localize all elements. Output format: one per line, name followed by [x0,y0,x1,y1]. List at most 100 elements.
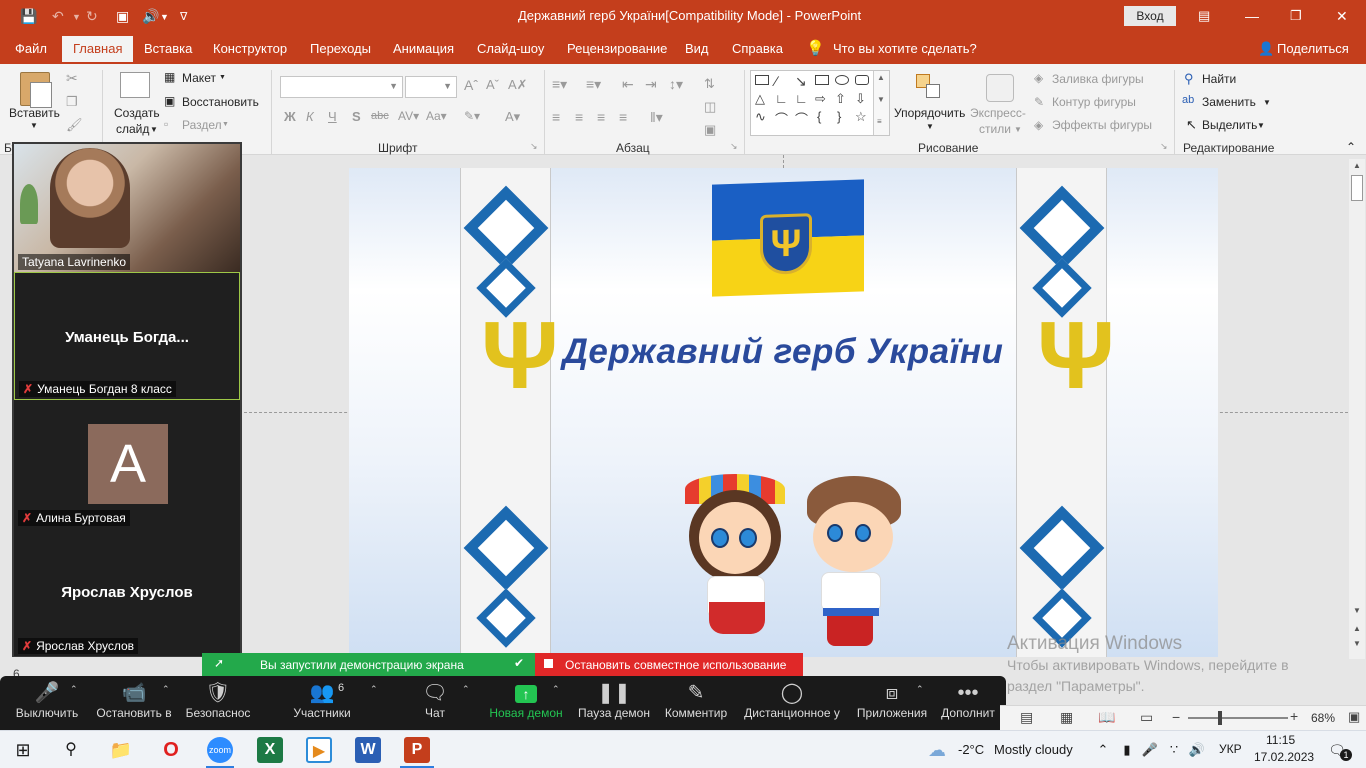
pin-icon[interactable]: ➚ [214,656,224,670]
tab-help[interactable]: Справка [732,41,783,56]
align-center-icon[interactable]: ≡ [575,109,583,125]
bullets-icon[interactable]: ≡▾ [552,76,567,93]
cut-icon[interactable]: ✂ [66,70,78,87]
quick-styles-label-2[interactable]: стили [979,122,1011,136]
tab-insert[interactable]: Вставка [144,41,192,56]
section-button[interactable]: Раздел [182,118,222,132]
down-arrow-shape-icon[interactable]: ⇩ [855,91,866,107]
char-spacing-icon[interactable]: AV▾ [398,109,419,123]
slide-canvas[interactable]: Ψ Ψ Ψ Державний герб України [349,168,1218,657]
increase-indent-icon[interactable]: ⇥ [645,76,657,93]
elbow-connector-icon[interactable]: ∟ [795,91,808,106]
arrange-button[interactable]: Упорядочить [894,106,965,120]
reset-button[interactable]: Восстановить [182,95,259,109]
tab-home[interactable]: Главная [62,36,134,62]
columns-icon[interactable]: ‖▾ [650,109,663,126]
right-brace-shape-icon[interactable]: } [837,109,841,124]
highlight-icon[interactable]: ✎▾ [464,109,480,123]
participant-tile-active[interactable]: Уманець Богда... ✗ Уманець Богдан 8 класс [14,272,240,400]
gallery-up-icon[interactable]: ▲ [877,73,885,82]
scroll-up-icon[interactable]: ▲ [1353,161,1361,170]
close-icon[interactable]: ✕ [1336,8,1348,25]
decrease-font-icon[interactable]: Aˇ [486,77,499,92]
ribbon-display-icon[interactable]: ▤ [1198,8,1210,24]
participant-tile[interactable]: A ✗ Алина Буртовая [14,400,240,528]
font-color-icon[interactable]: A▾ [505,109,520,125]
redo-icon[interactable]: ↻ [86,8,98,25]
share-options-icon[interactable]: ⌃ [552,684,560,695]
zoom-in-icon[interactable]: + [1290,708,1298,724]
font-name-dropdown-icon[interactable]: ▼ [389,81,398,91]
windows-start-icon[interactable]: ⊞ [10,737,36,763]
shapes-gallery[interactable]: ∕ ↘ △ ∟ ∟ ⇨ ⇧ ⇩ ∿ ⌒ ⌒ { } ☆ ▲ ▼ ≡ [750,70,890,136]
prev-slide-icon[interactable]: ▲ [1353,624,1361,633]
quick-styles-button[interactable]: Экспресс- [970,106,1026,120]
start-slideshow-icon[interactable]: ▣ [116,8,129,25]
remote-control-button[interactable]: ◯ Дистанционное у [742,680,842,720]
find-button[interactable]: Найти [1202,72,1236,86]
scroll-thumb[interactable] [1351,175,1363,201]
security-button[interactable]: 🛡 Безопаснос [182,680,254,720]
slide-title[interactable]: Державний герб України [555,332,1011,372]
tab-view[interactable]: Вид [685,41,709,56]
zoom-slider[interactable] [1188,711,1288,725]
opera-icon[interactable]: O [158,737,184,763]
freeform-shape-icon[interactable]: ∿ [755,109,766,125]
paste-button[interactable]: Вставить [9,106,60,120]
shadow-icon[interactable]: S [352,109,361,124]
tab-transitions[interactable]: Переходы [310,41,371,56]
decrease-indent-icon[interactable]: ⇤ [622,76,634,93]
collapse-ribbon-icon[interactable]: ⌃ [1346,140,1356,154]
apps-button[interactable]: ⧈ Приложения ⌃ [854,680,930,720]
tab-animations[interactable]: Анимация [393,41,454,56]
textbox-shape-icon[interactable] [755,75,769,85]
italic-icon[interactable]: К [306,109,314,124]
replace-button[interactable]: Заменить [1202,95,1256,109]
justify-icon[interactable]: ≡ [619,109,627,125]
tab-review[interactable]: Рецензирование [567,41,667,56]
star-shape-icon[interactable]: ☆ [855,109,867,125]
arrange-dropdown-icon[interactable]: ▼ [926,122,934,131]
drawing-dialog-launcher-icon[interactable]: ↘ [1160,141,1168,152]
slide-thumbnails-panel[interactable] [0,155,12,705]
powerpoint-icon[interactable]: P [404,737,430,763]
smartart-icon[interactable]: ▣ [704,122,716,138]
new-slide-label-2[interactable]: слайд [116,122,149,136]
increase-font-icon[interactable]: Aˆ [464,77,478,93]
weather-cloud-icon[interactable]: ☁ [924,737,950,763]
section-dropdown-icon[interactable]: ▼ [222,121,229,128]
undo-dropdown-icon[interactable]: ▼ [72,12,81,22]
chat-options-icon[interactable]: ⌃ [462,684,470,695]
connector-shape-icon[interactable]: ∟ [775,91,788,106]
language-indicator[interactable]: УКР [1219,742,1242,756]
triangle-shape-icon[interactable]: △ [755,91,765,107]
line-shape-icon[interactable]: ∕ [775,73,777,89]
new-slide-button[interactable]: Создать [114,106,160,120]
new-slide-icon[interactable] [120,72,150,98]
zoom-slider-thumb[interactable] [1218,711,1222,725]
weather-text[interactable]: Mostly cloudy [994,742,1073,757]
fit-slide-icon[interactable]: ▣ [1348,709,1360,725]
shape-fill-button[interactable]: Заливка фигуры [1052,72,1144,86]
tell-me-search[interactable]: Что вы хотите сделать? [833,41,977,56]
format-painter-icon[interactable]: 🖌 [66,117,83,133]
slideshow-view-icon[interactable]: ▭ [1140,709,1153,726]
layout-dropdown-icon[interactable]: ▼ [219,74,226,81]
clear-formatting-icon[interactable]: A✗ [508,77,528,93]
apps-options-icon[interactable]: ⌃ [916,684,924,695]
customize-qat-icon[interactable]: ∇ [180,10,187,23]
next-slide-icon[interactable]: ▼ [1353,639,1361,648]
gallery-more-icon[interactable]: ≡ [877,117,882,126]
file-explorer-icon[interactable]: 📁 [108,737,134,763]
align-text-icon[interactable]: ◫ [704,99,716,115]
paragraph-dialog-launcher-icon[interactable]: ↘ [730,141,738,152]
curve-shape-icon[interactable]: ⌒ [775,109,788,128]
quick-styles-dropdown-icon[interactable]: ▼ [1014,125,1022,134]
save-icon[interactable]: 💾 [20,8,37,25]
font-size-dropdown-icon[interactable]: ▼ [443,81,452,91]
share-button[interactable]: Поделиться [1277,41,1349,56]
weather-temp[interactable]: -2°C [958,742,984,757]
font-dialog-launcher-icon[interactable]: ↘ [530,141,538,152]
mute-options-icon[interactable]: ⌃ [70,684,78,695]
participants-button[interactable]: 👥 Участники 6 ⌃ [286,680,377,720]
